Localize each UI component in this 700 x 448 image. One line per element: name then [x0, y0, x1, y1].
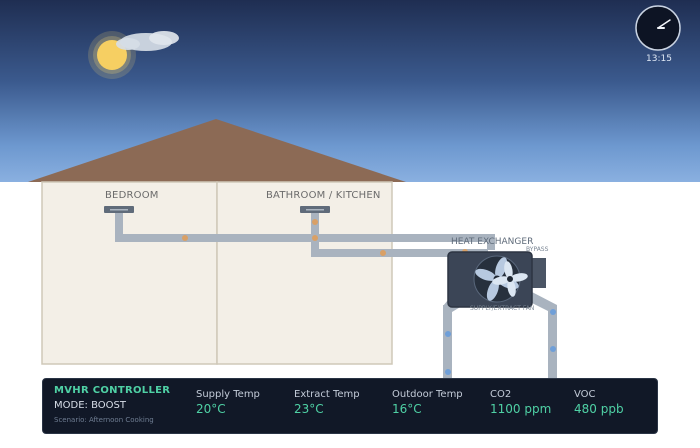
metric-value: 20°C — [196, 402, 226, 416]
controller-mode: MODE: BOOST — [54, 400, 126, 411]
metric-value: 480 ppb — [574, 402, 624, 416]
vent-icon — [104, 206, 134, 213]
roof — [28, 119, 406, 182]
metric-label: Extract Temp — [294, 389, 360, 400]
metric-voc: VOC 480 ppb — [574, 389, 624, 416]
vent-icon — [300, 206, 330, 213]
room-label-bathroom-kitchen: BATHROOM / KITCHEN — [266, 190, 381, 201]
bypass-label: BYPASS — [526, 246, 549, 253]
fan-label: SUPPLY/EXTRACT FAN — [470, 305, 535, 312]
metric-extract-temp: Extract Temp 23°C — [294, 389, 360, 416]
metric-label: Supply Temp — [196, 389, 260, 400]
clock-icon — [635, 5, 681, 51]
metric-outdoor-temp: Outdoor Temp 16°C — [392, 389, 463, 416]
metric-value: 23°C — [294, 402, 324, 416]
metric-label: Outdoor Temp — [392, 389, 463, 400]
controller-scenario: Scenario: Afternoon Cooking — [54, 416, 154, 424]
room-label-bedroom: BEDROOM — [105, 190, 159, 201]
clock-time: 13:15 — [646, 54, 672, 64]
metric-label: VOC — [574, 389, 596, 400]
heat-exchanger-label: HEAT EXCHANGER — [451, 237, 534, 247]
metric-value: 16°C — [392, 402, 422, 416]
controller-panel: MVHR CONTROLLER MODE: BOOST Scenario: Af… — [42, 378, 658, 434]
heat-exchanger-unit — [447, 251, 546, 308]
controller-title: MVHR CONTROLLER — [54, 385, 171, 396]
cloud-icon — [116, 31, 179, 51]
metric-label: CO2 — [490, 389, 512, 400]
metric-co2: CO2 1100 ppm — [490, 389, 551, 416]
metric-supply-temp: Supply Temp 20°C — [196, 389, 260, 416]
metric-value: 1100 ppm — [490, 402, 552, 416]
